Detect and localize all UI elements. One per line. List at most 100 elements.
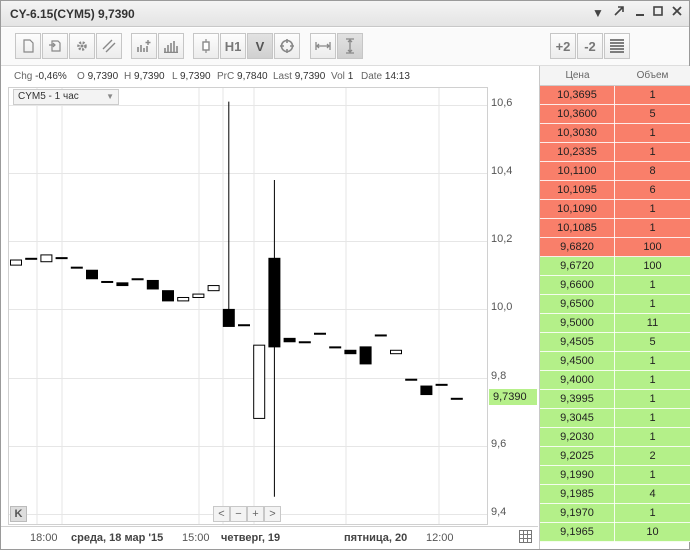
volume-column-header[interactable]: Объем (615, 70, 690, 81)
add-indicator-button[interactable] (131, 33, 157, 59)
scroll-left-button[interactable]: < (213, 506, 230, 522)
ask-row[interactable]: 10,3695 1 (540, 86, 690, 105)
bid-row[interactable]: 9,3045 1 (540, 409, 690, 428)
price-axis[interactable]: 10,6 10,4 10,2 10,0 9,8 9,6 9,4 (488, 87, 538, 525)
candle (55, 257, 68, 260)
settings-button[interactable] (69, 33, 95, 59)
candle (314, 332, 326, 335)
ask-row[interactable]: 10,3600 5 (540, 105, 690, 124)
time-axis[interactable]: 18:00 среда, 18 мар '15 15:00 четверг, 19 пя… (1, 526, 538, 549)
close-icon[interactable] (669, 5, 685, 21)
bullish-candle-body (70, 266, 83, 269)
bid-row[interactable]: 9,2025 2 (540, 447, 690, 466)
new-document-button[interactable] (15, 33, 41, 59)
scroll-right-button[interactable]: > (264, 506, 281, 522)
candlestick-icon (202, 39, 210, 53)
open-label: O (77, 71, 85, 82)
bid-row[interactable]: 9,4500 1 (540, 352, 690, 371)
bearish-candle-body (268, 257, 281, 348)
book-price-cell: 9,3995 (540, 390, 615, 409)
bullish-candle-body (374, 334, 387, 337)
book-zoom-in-button[interactable]: +2 (550, 33, 576, 59)
bid-row[interactable]: 9,2030 1 (540, 428, 690, 447)
toolbar: H1 V +2 -2 (1, 28, 689, 66)
chart-navigation: < − + > (213, 506, 281, 522)
bullish-candle-body (101, 280, 114, 283)
time-tick-label: четверг, 19 (221, 532, 281, 544)
bullish-candle-body (329, 346, 342, 349)
bid-row[interactable]: 9,1985 4 (540, 485, 690, 504)
ask-row[interactable]: 10,1100 8 (540, 162, 690, 181)
fit-vertical-button[interactable] (337, 33, 363, 59)
ask-row[interactable]: 9,6820 100 (540, 238, 690, 257)
bid-row[interactable]: 9,4000 1 (540, 371, 690, 390)
bid-row[interactable]: 9,6500 1 (540, 295, 690, 314)
price-tick-label: 9,6 (491, 437, 507, 450)
maximize-icon[interactable] (650, 5, 666, 21)
ask-row[interactable]: 10,1085 1 (540, 219, 690, 238)
candle (162, 290, 174, 302)
book-price-cell: 9,1965 (540, 523, 615, 542)
bid-row[interactable]: 9,6720 100 (540, 257, 690, 276)
interval-button[interactable]: H1 (220, 33, 246, 59)
drawing-tools-button[interactable] (96, 33, 122, 59)
price-column-header[interactable]: Цена (540, 70, 615, 81)
bullish-candle-body (40, 254, 53, 263)
book-volume-cell: 1 (649, 222, 656, 234)
book-volume-cell: 4 (649, 488, 656, 500)
vertical-fit-icon (346, 38, 354, 54)
ask-row[interactable]: 10,2335 1 (540, 143, 690, 162)
last-value: 9,7390 (294, 71, 326, 82)
candle (25, 257, 38, 260)
book-volume-cell: 5 (649, 336, 656, 348)
book-price-cell: 10,3695 (540, 86, 615, 105)
candle (344, 349, 357, 355)
bid-row[interactable]: 9,5000 11 (540, 314, 690, 333)
candle (131, 278, 144, 281)
book-volume-cell: 1 (649, 279, 656, 291)
zoom-out-button[interactable]: − (230, 506, 247, 522)
undock-icon[interactable] (611, 5, 627, 21)
ask-row[interactable]: 10,1095 6 (540, 181, 690, 200)
book-volume-cell: 1 (649, 431, 656, 443)
symbol-selector[interactable]: CYM5 - 1 час ▼ (13, 89, 119, 105)
volume-toggle-button[interactable]: V (247, 33, 273, 59)
fit-horizontal-button[interactable] (310, 33, 336, 59)
chevron-down-icon: ▼ (106, 92, 114, 101)
bid-row[interactable]: 9,1965 10 (540, 523, 690, 542)
menu-dropdown-icon[interactable]: ▼ (590, 5, 606, 21)
load-template-button[interactable] (42, 33, 68, 59)
bullish-candle-body (55, 257, 68, 260)
candle (101, 280, 114, 283)
ask-row[interactable]: 10,3030 1 (540, 124, 690, 143)
zoom-in-button[interactable]: + (247, 506, 264, 522)
ask-row[interactable]: 10,1090 1 (540, 200, 690, 219)
bid-row[interactable]: 9,3995 1 (540, 390, 690, 409)
book-zoom-out-button[interactable]: -2 (577, 33, 603, 59)
bullish-candle-body (390, 349, 402, 355)
candle (70, 266, 83, 269)
minimize-icon[interactable] (632, 5, 648, 21)
candle (329, 346, 342, 349)
bid-row[interactable]: 9,1970 1 (540, 504, 690, 523)
crosshair-button[interactable] (274, 33, 300, 59)
book-volume-cell: 1 (649, 469, 656, 481)
book-view-button[interactable] (604, 33, 630, 59)
prev-close-label: PrC (217, 71, 235, 82)
price-chart[interactable] (8, 87, 488, 525)
volume-bars-button[interactable] (158, 33, 184, 59)
bid-row[interactable]: 9,6600 1 (540, 276, 690, 295)
bid-row[interactable]: 9,1990 1 (540, 466, 690, 485)
k-button[interactable]: K (10, 506, 27, 522)
grid-icon[interactable] (519, 530, 532, 543)
bid-row[interactable]: 9,4505 5 (540, 333, 690, 352)
book-price-cell: 9,2030 (540, 428, 615, 447)
time-tick-label: 12:00 (426, 532, 454, 544)
bullish-candle-body (10, 259, 22, 266)
crosshair-icon (280, 39, 294, 53)
candle-type-button[interactable] (193, 33, 219, 59)
window-title: CY-6.15(CYM5) 9,7390 (10, 7, 135, 21)
candle (192, 293, 205, 298)
book-volume-cell: 6 (649, 184, 656, 196)
book-volume-cell: 2 (649, 450, 656, 462)
